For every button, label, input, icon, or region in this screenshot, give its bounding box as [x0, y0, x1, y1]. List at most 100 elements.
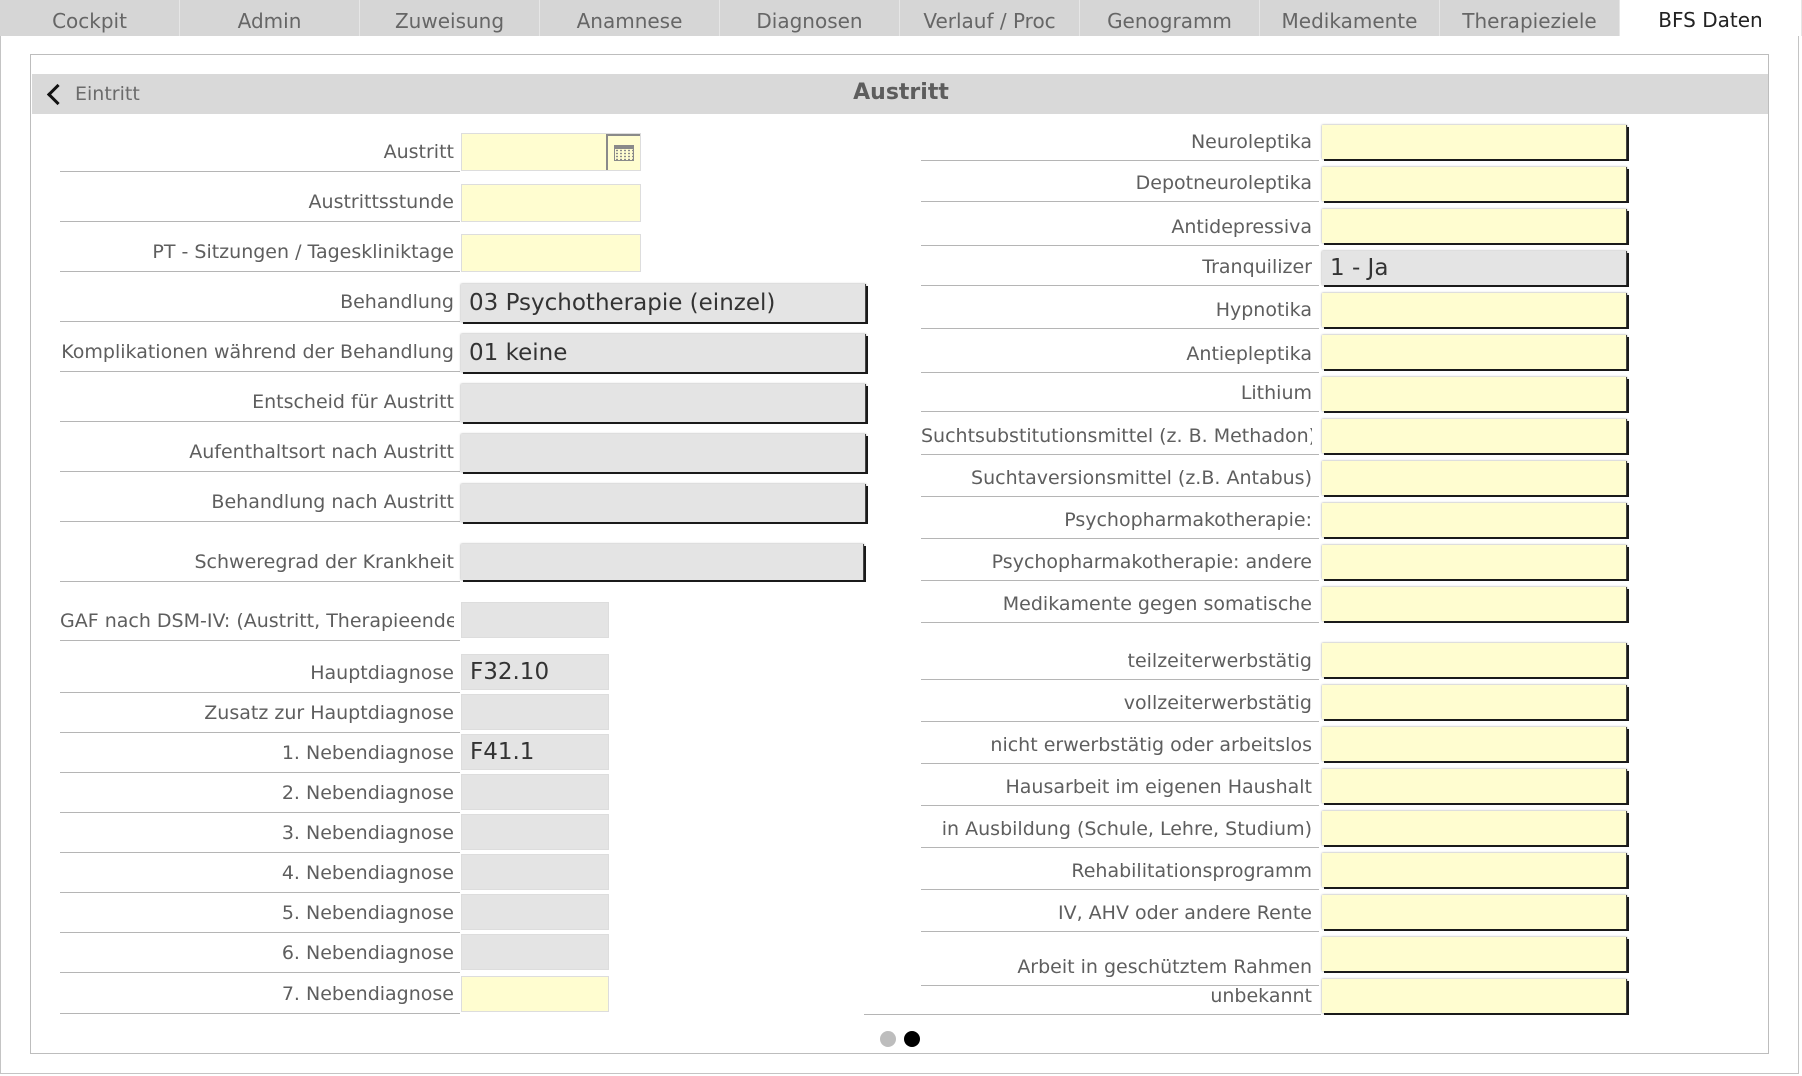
antidepressiva-select[interactable]: [1322, 209, 1627, 243]
7-nebendiagnose-field[interactable]: [461, 976, 609, 1012]
field-label: Rehabilitationsprogramm: [1071, 860, 1312, 882]
suchtsubstitutionsmittel-z-b-methadon-select[interactable]: [1322, 419, 1627, 453]
hypnotika-select[interactable]: [1322, 293, 1627, 327]
pt-sitzungen-tageskliniktage-field[interactable]: [461, 234, 641, 272]
field-label: nicht erwerbstätig oder arbeitslos: [990, 734, 1312, 756]
field-label: 7. Nebendiagnose: [281, 983, 454, 1005]
arbeit-in-geschuetztem-rahmen-select[interactable]: [1322, 937, 1627, 971]
row-underline: [921, 805, 1319, 806]
field-label: Komplikationen während der Behandlung: [61, 341, 454, 363]
row-underline: [60, 1013, 460, 1014]
6-nebendiagnose-field[interactable]: [461, 934, 609, 970]
row-underline: [921, 847, 1319, 848]
field-label: Hauptdiagnose: [310, 662, 454, 684]
tab-medikamente[interactable]: Medikamente: [1260, 0, 1440, 36]
rehabilitationsprogramm-select[interactable]: [1322, 853, 1627, 887]
row-underline: [60, 371, 460, 372]
iv-ahv-oder-andere-rente-select[interactable]: [1322, 895, 1627, 929]
suchtaversionsmittel-z-b-antabus-select[interactable]: [1322, 461, 1627, 495]
hauptdiagnose-field[interactable]: F32.10: [461, 654, 609, 690]
field-label: Suchtaversionsmittel (z.B. Antabus): [971, 467, 1312, 489]
row-underline: [921, 285, 1319, 286]
2-nebendiagnose-field[interactable]: [461, 774, 609, 810]
row-underline: [921, 328, 1319, 329]
row-underline: [60, 892, 460, 893]
medikamente-gegen-somatische-select[interactable]: [1322, 587, 1627, 621]
row-underline: [60, 692, 460, 693]
divider: [864, 1014, 1321, 1015]
schweregrad-der-krankheit-select[interactable]: [461, 544, 864, 580]
row-underline: [921, 580, 1319, 581]
row-underline: [60, 221, 460, 222]
field-value: 1 - Ja: [1330, 255, 1389, 281]
antiepleptika-select[interactable]: [1322, 335, 1627, 369]
neuroleptika-select[interactable]: [1322, 125, 1627, 159]
field-label: in Ausbildung (Schule, Lehre, Studium): [941, 818, 1312, 840]
behandlung-nach-austritt-select[interactable]: [461, 484, 866, 522]
1-nebendiagnose-field[interactable]: F41.1: [461, 734, 609, 770]
vollzeiterwerbstaetig-select[interactable]: [1322, 685, 1627, 719]
field-label: 5. Nebendiagnose: [281, 902, 454, 924]
entscheid-fuer-austritt-select[interactable]: [461, 384, 866, 422]
field-label: Depotneuroleptika: [1135, 172, 1312, 194]
page-dot-2[interactable]: [904, 1031, 920, 1047]
field-value: F41.1: [470, 739, 535, 765]
gaf-nach-dsm-iv-austritt-therapieende-field[interactable]: [461, 602, 609, 638]
tab-cockpit[interactable]: Cockpit: [0, 0, 180, 36]
lithium-select[interactable]: [1322, 377, 1627, 411]
tab-diagnosen[interactable]: Diagnosen: [720, 0, 900, 36]
field-label: Behandlung: [340, 291, 454, 313]
tab-genogramm[interactable]: Genogramm: [1080, 0, 1260, 36]
3-nebendiagnose-field[interactable]: [461, 814, 609, 850]
row-underline: [921, 372, 1319, 373]
row-underline: [60, 640, 460, 641]
tab-bfs-daten[interactable]: BFS Daten: [1620, 0, 1802, 36]
page-dot-1[interactable]: [880, 1031, 896, 1047]
field-value: 01 keine: [469, 340, 568, 366]
tranquilizer-select[interactable]: 1 - Ja: [1322, 251, 1627, 285]
4-nebendiagnose-field[interactable]: [461, 854, 609, 890]
behandlung-select[interactable]: 03 Psychotherapie (einzel): [461, 284, 866, 322]
field-label: Austrittsstunde: [308, 191, 454, 213]
row-underline: [60, 852, 460, 853]
calendar-icon[interactable]: [606, 134, 640, 170]
field-label: Austritt: [383, 141, 454, 163]
austritt-field[interactable]: [461, 133, 641, 171]
unbekannt-select[interactable]: [1322, 979, 1627, 1013]
field-label: GAF nach DSM-IV: (Austritt, Therapieende…: [60, 610, 454, 632]
field-label: 2. Nebendiagnose: [281, 782, 454, 804]
tab-zuweisung[interactable]: Zuweisung: [360, 0, 540, 36]
row-underline: [921, 201, 1319, 202]
field-label: vollzeiterwerbstätig: [1123, 692, 1312, 714]
row-underline: [60, 772, 460, 773]
zusatz-zur-hauptdiagnose-field[interactable]: [461, 694, 609, 730]
austrittsstunde-field[interactable]: [461, 184, 641, 222]
field-label: Suchtsubstitutionsmittel (z. B. Methadon…: [921, 425, 1312, 447]
field-label: 6. Nebendiagnose: [281, 942, 454, 964]
row-underline: [60, 471, 460, 472]
tab-verlauf-proc[interactable]: Verlauf / Proc: [900, 0, 1080, 36]
row-underline: [921, 622, 1319, 623]
psychopharmakotherapie-select[interactable]: [1322, 503, 1627, 537]
field-label: Antiepleptika: [1186, 343, 1312, 365]
depotneuroleptika-select[interactable]: [1322, 167, 1627, 201]
psychopharmakotherapie-andere-select[interactable]: [1322, 545, 1627, 579]
row-underline: [60, 972, 460, 973]
5-nebendiagnose-field[interactable]: [461, 894, 609, 930]
row-underline: [921, 245, 1319, 246]
tab-therapieziele[interactable]: Therapieziele: [1440, 0, 1620, 36]
row-underline: [921, 763, 1319, 764]
nicht-erwerbstaetig-oder-arbeitslos-select[interactable]: [1322, 727, 1627, 761]
tab-admin[interactable]: Admin: [180, 0, 360, 36]
row-underline: [921, 496, 1319, 497]
teilzeiterwerbstaetig-select[interactable]: [1322, 643, 1627, 677]
field-label: 1. Nebendiagnose: [281, 742, 454, 764]
section-title: Austritt: [853, 80, 949, 105]
tab-anamnese[interactable]: Anamnese: [540, 0, 720, 36]
komplikationen-waehrend-der-behandlung-select[interactable]: 01 keine: [461, 334, 866, 372]
in-ausbildung-schule-lehre-studium-select[interactable]: [1322, 811, 1627, 845]
aufenthaltsort-nach-austritt-select[interactable]: [461, 434, 866, 472]
hausarbeit-im-eigenen-haushalt-select[interactable]: [1322, 769, 1627, 803]
field-label: Aufenthaltsort nach Austritt: [189, 441, 454, 463]
field-label: Schweregrad der Krankheit: [194, 551, 455, 573]
